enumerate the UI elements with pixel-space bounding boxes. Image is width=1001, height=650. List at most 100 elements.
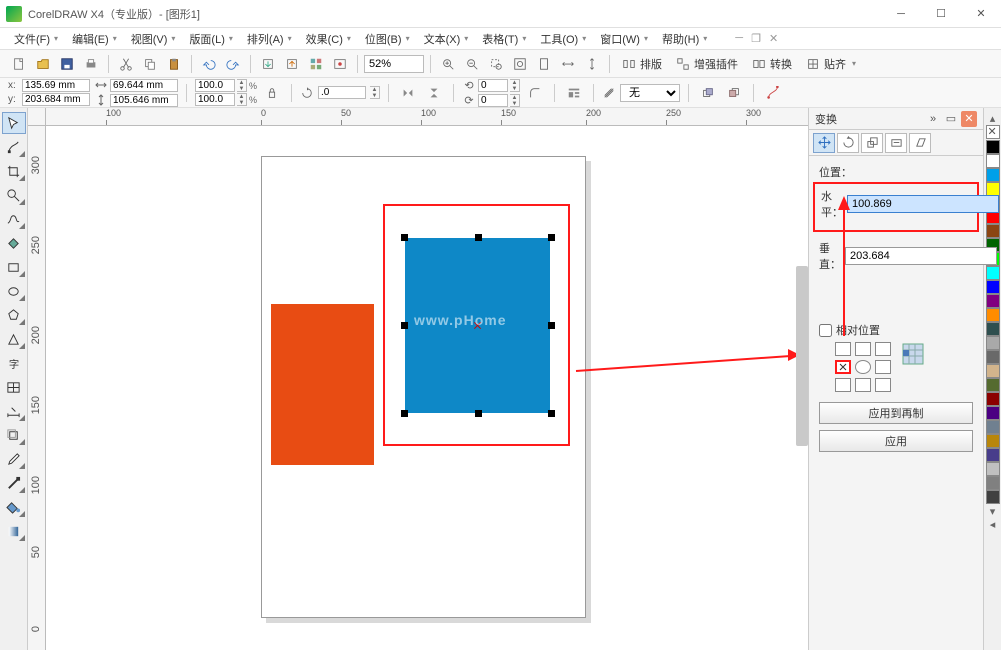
- color-swatch[interactable]: [986, 448, 1000, 462]
- palette-flyout[interactable]: ◂: [986, 518, 1000, 530]
- color-swatch[interactable]: [986, 182, 1000, 196]
- shape-tool[interactable]: [2, 136, 26, 158]
- ruler-vertical[interactable]: 300250200150100500: [28, 126, 46, 650]
- copy-button[interactable]: [139, 53, 161, 75]
- transform-size-tab[interactable]: [885, 133, 907, 153]
- anchor-mr[interactable]: [875, 360, 891, 374]
- wrap-text-button[interactable]: [563, 82, 585, 104]
- color-swatch[interactable]: [986, 168, 1000, 182]
- basic-shapes-tool[interactable]: [2, 328, 26, 350]
- pos-x-input[interactable]: [22, 79, 90, 92]
- drawing-canvas[interactable]: www.pHome: [46, 126, 808, 650]
- horizontal-input[interactable]: [847, 195, 999, 213]
- color-swatch[interactable]: [986, 350, 1000, 364]
- import-button[interactable]: [257, 53, 279, 75]
- palette-scroll-down[interactable]: ▾: [986, 505, 1000, 517]
- color-swatch[interactable]: [986, 154, 1000, 168]
- width-input[interactable]: [110, 79, 178, 92]
- menu-tools[interactable]: 工具(O)▾: [534, 29, 592, 49]
- docker-close-button[interactable]: ✕: [961, 111, 977, 127]
- anchor-tr[interactable]: [875, 342, 891, 356]
- color-swatch[interactable]: [986, 322, 1000, 336]
- scale-y-input[interactable]: [195, 93, 235, 106]
- maximize-button[interactable]: ☐: [921, 0, 961, 28]
- zoom-all-button[interactable]: [509, 53, 531, 75]
- new-button[interactable]: [8, 53, 30, 75]
- rotation-input[interactable]: [318, 86, 366, 99]
- color-swatch[interactable]: [986, 490, 1000, 504]
- to-front-button[interactable]: [697, 82, 719, 104]
- zoom-in-button[interactable]: [437, 53, 459, 75]
- doc-minimize-button[interactable]: ─: [735, 32, 743, 45]
- paste-button[interactable]: [163, 53, 185, 75]
- corner-x-input[interactable]: [478, 79, 508, 92]
- color-swatch[interactable]: [986, 224, 1000, 238]
- zoom-height-button[interactable]: [581, 53, 603, 75]
- open-button[interactable]: [32, 53, 54, 75]
- menu-layout[interactable]: 版面(L)▾: [183, 29, 238, 49]
- outline-tool[interactable]: [2, 472, 26, 494]
- menu-file[interactable]: 文件(F)▾: [8, 29, 64, 49]
- ellipse-tool[interactable]: [2, 280, 26, 302]
- menu-arrange[interactable]: 排列(A)▾: [241, 29, 298, 49]
- close-button[interactable]: ✕: [961, 0, 1001, 28]
- color-swatch[interactable]: [986, 434, 1000, 448]
- welcome-button[interactable]: [329, 53, 351, 75]
- freehand-tool[interactable]: [2, 208, 26, 230]
- fill-tool[interactable]: [2, 496, 26, 518]
- outline-select[interactable]: 无: [620, 84, 680, 102]
- pick-tool[interactable]: [2, 112, 26, 134]
- menu-edit[interactable]: 编辑(E)▾: [66, 29, 123, 49]
- orange-rectangle[interactable]: [271, 304, 374, 465]
- print-button[interactable]: [80, 53, 102, 75]
- export-button[interactable]: [281, 53, 303, 75]
- interactive-tool[interactable]: [2, 424, 26, 446]
- convert-curves-button[interactable]: [762, 82, 784, 104]
- ruler-horizontal[interactable]: 100050100150200250300: [46, 108, 808, 126]
- color-swatch[interactable]: [986, 294, 1000, 308]
- apply-duplicate-button[interactable]: 应用到再制: [819, 402, 973, 424]
- transform-rotate-tab[interactable]: [837, 133, 859, 153]
- text-tool[interactable]: 字: [2, 352, 26, 374]
- color-swatch[interactable]: [986, 392, 1000, 406]
- undo-button[interactable]: [198, 53, 220, 75]
- transform-position-tab[interactable]: [813, 133, 835, 153]
- anchor-ml[interactable]: [835, 360, 851, 374]
- eyedropper-tool[interactable]: [2, 448, 26, 470]
- color-swatch[interactable]: [986, 140, 1000, 154]
- anchor-tc[interactable]: [855, 342, 871, 356]
- color-swatch[interactable]: [986, 336, 1000, 350]
- color-swatch[interactable]: [986, 308, 1000, 322]
- vertical-scrollbar[interactable]: [796, 266, 808, 446]
- enhance-button[interactable]: 增强插件: [670, 53, 744, 75]
- transform-skew-tab[interactable]: [909, 133, 931, 153]
- to-back-button[interactable]: [723, 82, 745, 104]
- doc-close-button[interactable]: ✕: [769, 32, 778, 45]
- app-launcher-button[interactable]: [305, 53, 327, 75]
- anchor-mc[interactable]: [855, 360, 871, 374]
- crop-tool[interactable]: [2, 160, 26, 182]
- color-swatch[interactable]: [986, 476, 1000, 490]
- scale-y-spinner[interactable]: ▲▼: [237, 93, 247, 106]
- corner-y-input[interactable]: [478, 94, 508, 107]
- menu-text[interactable]: 文本(X)▾: [418, 29, 475, 49]
- scale-x-input[interactable]: [195, 79, 235, 92]
- doc-restore-button[interactable]: ❐: [751, 32, 761, 45]
- zoom-out-button[interactable]: [461, 53, 483, 75]
- ruler-origin[interactable]: [28, 108, 46, 126]
- anchor-bl[interactable]: [835, 378, 851, 392]
- menu-bitmap[interactable]: 位图(B)▾: [359, 29, 416, 49]
- swatch-none[interactable]: [986, 125, 1000, 139]
- minimize-button[interactable]: ─: [881, 0, 921, 28]
- rotation-spinner[interactable]: ▲▼: [370, 86, 380, 99]
- dimension-tool[interactable]: [2, 400, 26, 422]
- rectangle-tool[interactable]: [2, 256, 26, 278]
- color-swatch[interactable]: [986, 266, 1000, 280]
- color-swatch[interactable]: [986, 280, 1000, 294]
- save-button[interactable]: [56, 53, 78, 75]
- mirror-v-button[interactable]: [423, 82, 445, 104]
- apply-button[interactable]: 应用: [819, 430, 973, 452]
- smart-fill-tool[interactable]: [2, 232, 26, 254]
- color-swatch[interactable]: [986, 406, 1000, 420]
- zoom-input[interactable]: [364, 55, 424, 73]
